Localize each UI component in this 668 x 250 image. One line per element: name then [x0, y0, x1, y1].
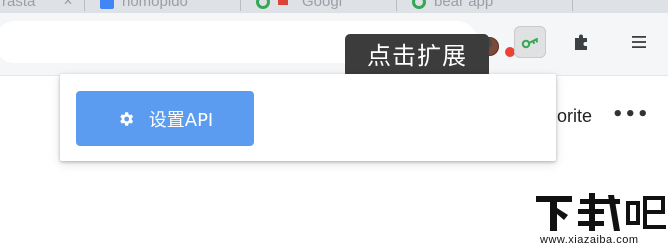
- extension-popup: 设置API: [60, 74, 556, 161]
- tab-bear-app[interactable]: bear app: [412, 0, 493, 13]
- tab-strip: rasta ✕ nomopido Googl bear app: [0, 0, 668, 13]
- tab-separator: [240, 0, 241, 11]
- browser-menu-button[interactable]: [623, 26, 655, 58]
- more-options-icon[interactable]: •••: [612, 104, 650, 125]
- key-icon: [521, 38, 538, 49]
- tab-rasta[interactable]: rasta: [2, 0, 35, 13]
- set-api-button[interactable]: 设置API: [76, 91, 254, 146]
- gmail-favicon-icon: [278, 0, 288, 6]
- puzzle-icon: [575, 34, 587, 50]
- watermark-url: www.xiazaiba.com: [540, 234, 639, 246]
- tab-title: Googl: [302, 0, 343, 10]
- xiazaiba-logo: [534, 193, 666, 233]
- favicon-icon: [100, 0, 114, 10]
- extension-tooltip: 点击扩展: [345, 34, 489, 78]
- gear-icon: [119, 111, 133, 126]
- tab-title: rasta: [2, 0, 36, 10]
- extension-button[interactable]: [514, 26, 546, 58]
- chrome-favicon-icon: [256, 0, 270, 10]
- tab-close-icon[interactable]: ✕: [63, 0, 73, 8]
- tab-separator: [396, 0, 397, 11]
- tab-separator: [572, 0, 573, 11]
- tab-title: nomopido: [122, 0, 188, 10]
- tab-google[interactable]: Googl: [256, 0, 342, 13]
- menu-icon: [632, 36, 646, 48]
- tab-title: bear app: [434, 0, 494, 10]
- set-api-label: 设置API: [148, 109, 214, 131]
- extensions-menu-button[interactable]: [566, 26, 598, 58]
- tab-separator: [84, 0, 85, 11]
- tab-nomopido[interactable]: nomopido: [100, 0, 188, 13]
- favorite-label[interactable]: orite: [557, 106, 592, 127]
- chrome-favicon-icon: [412, 0, 426, 10]
